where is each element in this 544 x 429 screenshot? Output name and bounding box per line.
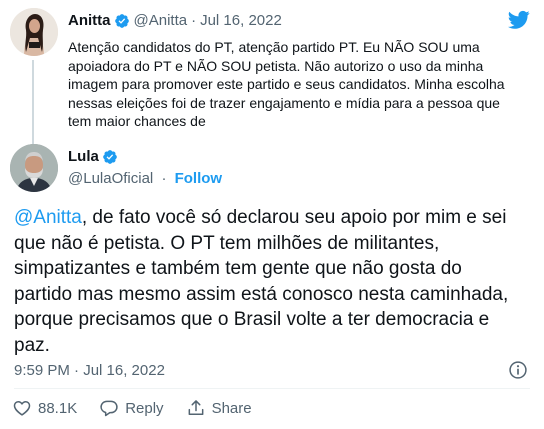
reply-tweet-text: @Anitta, de fato você só declarou seu ap…	[14, 205, 524, 358]
info-icon[interactable]	[508, 360, 528, 380]
avatar-anitta[interactable]	[10, 8, 58, 56]
reply-author: Lula @LulaOficial · Follow	[10, 144, 530, 194]
quoted-handle[interactable]: @Anitta	[134, 12, 188, 29]
quoted-tweet-text: Atenção candidatos do PT, atenção partid…	[68, 39, 505, 129]
thread-line	[32, 60, 34, 144]
reply-author-name[interactable]: Lula	[68, 148, 99, 165]
quoted-author-name[interactable]: Anitta	[68, 12, 111, 29]
quoted-tweet-header: Anitta @Anitta · Jul 16, 2022	[68, 12, 282, 29]
meta-separator: ·	[191, 12, 197, 29]
share-icon	[188, 400, 203, 415]
reply-icon	[100, 400, 118, 417]
divider	[14, 388, 530, 389]
quoted-date[interactable]: Jul 16, 2022	[200, 12, 282, 29]
meta-separator: ·	[161, 170, 167, 187]
heart-icon	[13, 401, 31, 416]
reply-author-name-row: Lula	[68, 148, 122, 165]
share-label: Share	[211, 399, 252, 417]
verified-badge-icon	[114, 13, 129, 28]
verified-badge-icon	[103, 149, 117, 164]
follow-button[interactable]: Follow	[175, 170, 223, 187]
tweet-actions: 88.1K Reply Share	[12, 398, 274, 418]
reply-handle[interactable]: @LulaOficial	[68, 170, 153, 187]
reply-button[interactable]: Reply	[99, 398, 164, 418]
reply-label: Reply	[125, 399, 164, 417]
tweet-timestamp[interactable]: 9:59 PM · Jul 16, 2022	[14, 362, 165, 379]
tweet-embed-card: Anitta @Anitta · Jul 16, 2022 Atenção ca…	[0, 0, 544, 429]
twitter-bird-icon[interactable]	[508, 10, 530, 30]
reply-handle-row: @LulaOficial · Follow	[68, 170, 222, 187]
mention-link[interactable]: @Anitta	[14, 207, 82, 228]
like-count: 88.1K	[38, 399, 78, 417]
reply-body: , de fato você só declarou seu apoio por…	[14, 207, 509, 356]
share-button[interactable]: Share	[186, 398, 252, 418]
like-button[interactable]: 88.1K	[12, 398, 77, 418]
avatar-lula[interactable]	[10, 144, 58, 192]
